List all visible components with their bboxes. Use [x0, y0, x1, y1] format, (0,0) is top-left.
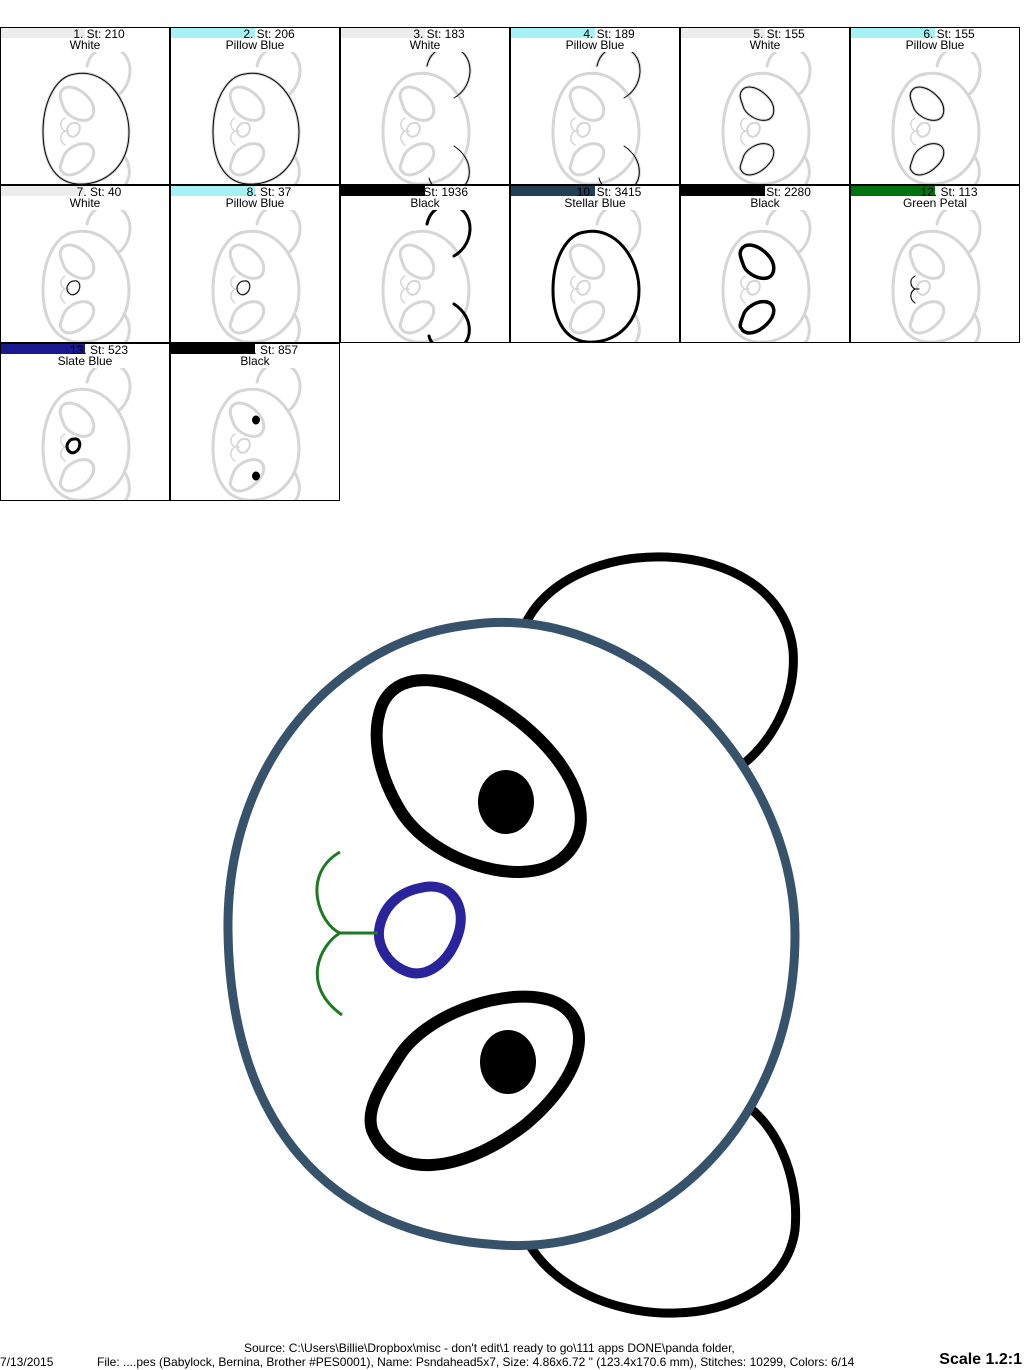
stop-color-name: Stellar Blue	[564, 196, 626, 210]
stop-thumbnail	[551, 210, 642, 342]
stop-thumbnail	[41, 368, 132, 500]
stop-thumbnail	[551, 52, 642, 184]
color-stop-cell: 9. St: 1936 Black	[340, 185, 510, 343]
stop-color-name: Pillow Blue	[905, 38, 965, 52]
stop-color-name: White	[69, 38, 101, 52]
pupil-fill	[252, 415, 260, 425]
top-pupil	[478, 770, 534, 834]
stop-thumbnail	[211, 210, 302, 342]
stop-thumbnail	[211, 52, 302, 184]
color-stop-cell: 10. St: 3415 Stellar Blue	[510, 185, 680, 343]
print-date: 7/13/2015	[0, 1355, 54, 1369]
bottom-pupil	[480, 1030, 536, 1094]
stop-color-name: White	[409, 38, 441, 52]
file-info: File: ....pes (Babylock, Bernina, Brothe…	[97, 1355, 855, 1369]
stop-color-name: Green Petal	[902, 196, 968, 210]
color-stop-cell: 5. St: 155 White	[680, 27, 850, 185]
stop-thumbnail	[41, 52, 132, 184]
stop-color-name: Pillow Blue	[225, 196, 285, 210]
stop-thumbnail	[721, 210, 812, 342]
color-stop-cell: 8. St: 37 Pillow Blue	[170, 185, 340, 343]
stop-thumbnail	[381, 210, 472, 342]
source-path: Source: C:\Users\Billie\Dropbox\misc - d…	[244, 1341, 735, 1355]
stop-color-name: Black	[410, 196, 440, 210]
stop-color-name: Black	[750, 196, 780, 210]
color-stop-cell: 12. St: 113 Green Petal	[850, 185, 1020, 343]
stop-color-name: Black	[240, 354, 270, 368]
stop-color-name: White	[69, 196, 101, 210]
stop-color-name: Slate Blue	[57, 354, 113, 368]
color-stop-cell: 7. St: 40 White	[0, 185, 170, 343]
color-stop-cell: 4. St: 189 Pillow Blue	[510, 27, 680, 185]
stop-thumbnail	[891, 52, 982, 184]
color-stop-cell: 11. St: 2280 Black	[680, 185, 850, 343]
footer: Source: C:\Users\Billie\Dropbox\misc - d…	[0, 1340, 1024, 1370]
stop-color-name: White	[749, 38, 781, 52]
color-stop-cell: 1. St: 210 White	[0, 27, 170, 185]
color-stop-cell: 13. St: 523 Slate Blue	[0, 343, 170, 501]
color-stop-grid: 1. St: 210 White 2. St: 206 Pillow Blue 3. S…	[0, 27, 1022, 501]
color-stop-cell: 2. St: 206 Pillow Blue	[170, 27, 340, 185]
stop-thumbnail	[211, 368, 302, 500]
color-stop-cell: 14. St: 857 Black	[170, 343, 340, 501]
color-stop-cell: 3. St: 183 White	[340, 27, 510, 185]
stop-thumbnail	[891, 210, 982, 342]
stop-thumbnail	[41, 210, 132, 342]
scale-label: Scale 1.2:1	[939, 1351, 1022, 1368]
stop-thumbnail	[381, 52, 472, 184]
pupil-fill	[252, 471, 260, 481]
stop-thumbnail	[721, 52, 812, 184]
stop-color-name: Pillow Blue	[225, 38, 285, 52]
design-preview	[223, 552, 801, 1318]
color-stop-cell: 6. St: 155 Pillow Blue	[850, 27, 1020, 185]
stop-color-name: Pillow Blue	[565, 38, 625, 52]
